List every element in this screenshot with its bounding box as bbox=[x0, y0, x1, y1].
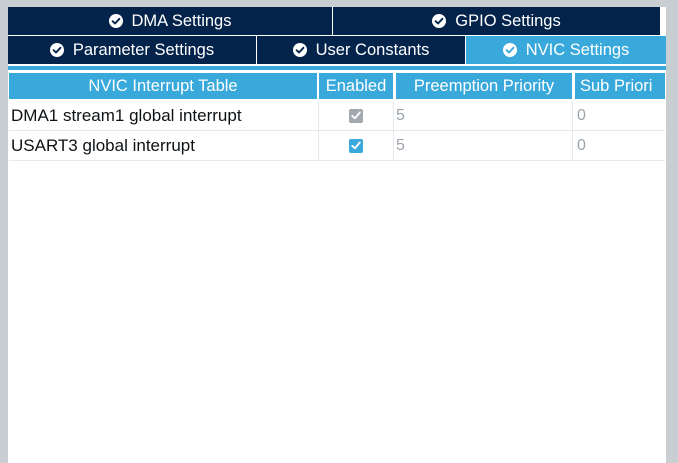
check-circle-icon bbox=[432, 14, 447, 28]
enabled-checkbox bbox=[349, 108, 363, 123]
tab-row-bottom: Parameter Settings User Constants NVIC S… bbox=[8, 36, 666, 64]
tab-nvic-settings[interactable]: NVIC Settings bbox=[465, 36, 666, 64]
interrupt-name: DMA1 stream1 global interrupt bbox=[11, 105, 242, 125]
sub-priority-value: 0 bbox=[577, 106, 586, 124]
column-header-interrupt[interactable]: NVIC Interrupt Table bbox=[9, 73, 317, 99]
column-header-sub-priority[interactable]: Sub Priori bbox=[575, 73, 665, 99]
enabled-checkbox[interactable] bbox=[349, 138, 363, 153]
column-header-enabled[interactable]: Enabled bbox=[319, 73, 393, 99]
tab-parameter-settings[interactable]: Parameter Settings bbox=[8, 36, 256, 64]
checkmark-icon bbox=[351, 141, 361, 150]
preemption-priority-value[interactable]: 5 bbox=[395, 131, 573, 160]
table-row[interactable]: DMA1 stream1 global interrupt 5 0 bbox=[9, 101, 665, 131]
nvic-interrupt-table: NVIC Interrupt Table Enabled Preemption … bbox=[9, 71, 665, 161]
tab-label: NVIC Settings bbox=[525, 40, 630, 59]
tab-dma-settings[interactable]: DMA Settings bbox=[8, 7, 332, 35]
tab-label: DMA Settings bbox=[131, 11, 232, 30]
table-row[interactable]: USART3 global interrupt 5 0 bbox=[9, 131, 665, 161]
tab-label: User Constants bbox=[315, 40, 430, 59]
tab-row-top: DMA Settings GPIO Settings bbox=[8, 7, 660, 35]
check-circle-icon bbox=[108, 14, 123, 28]
check-circle-icon bbox=[49, 43, 64, 57]
enabled-cell bbox=[318, 131, 394, 160]
tab-label: Parameter Settings bbox=[72, 40, 215, 59]
tab-user-constants[interactable]: User Constants bbox=[256, 36, 465, 64]
preemption-priority-value: 5 bbox=[395, 101, 573, 130]
check-circle-icon bbox=[502, 43, 517, 57]
active-tab-underline bbox=[8, 66, 666, 70]
nvic-configuration-panel: DMA Settings GPIO Settings Parameter Set… bbox=[8, 7, 666, 463]
table-header: NVIC Interrupt Table Enabled Preemption … bbox=[9, 71, 665, 101]
column-header-preemption-priority[interactable]: Preemption Priority bbox=[396, 73, 572, 99]
checkmark-icon bbox=[351, 111, 361, 120]
check-circle-icon bbox=[292, 43, 307, 57]
tab-gpio-settings[interactable]: GPIO Settings bbox=[332, 7, 660, 35]
sub-priority-value[interactable]: 0 bbox=[573, 131, 665, 160]
tab-label: GPIO Settings bbox=[455, 11, 561, 30]
enabled-cell bbox=[318, 101, 394, 130]
interrupt-name: USART3 global interrupt bbox=[11, 135, 195, 155]
